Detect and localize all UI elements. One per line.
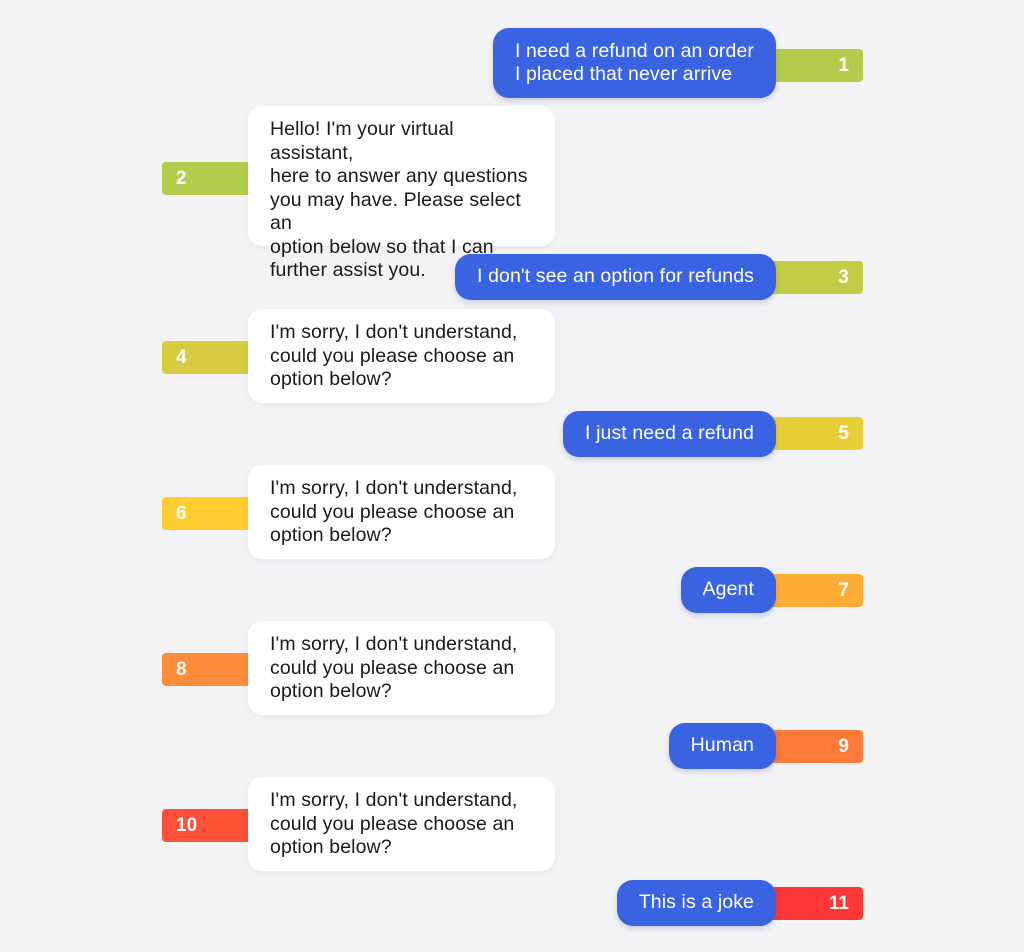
message-text: I just need a refund [585,422,754,445]
message-row: 8 I'm sorry, I don't understand, could y… [0,621,1024,715]
message-row: 4 I'm sorry, I don't understand, could y… [0,309,1024,403]
assistant-message-bubble: Hello! I'm your virtual assistant, here … [248,106,555,281]
message-text: I'm sorry, I don't understand, could you… [270,633,518,702]
user-message-bubble: I don't see an option for refunds [455,254,776,300]
user-message-bubble: Agent [680,567,776,613]
message-row: 1 I need a refund on an order I placed t… [0,28,1024,98]
chat-transcript: 1 I need a refund on an order I placed t… [0,0,1024,952]
message-text: This is a joke [638,891,754,914]
message-row: 5 I just need a refund [0,411,1024,457]
message-row: 11 This is a joke [0,880,1024,926]
step-number-tab: 4 [162,341,262,374]
message-row: 9 Human [0,723,1024,769]
step-number-tab: 10 [162,809,262,842]
assistant-message-bubble: I'm sorry, I don't understand, could you… [248,309,555,403]
assistant-message-bubble: I'm sorry, I don't understand, could you… [248,465,555,559]
step-number-tab: 6 [162,497,262,530]
user-message-bubble: Human [668,723,776,769]
step-number-tab: 2 [162,162,262,195]
step-number-tab: 8 [162,653,262,686]
message-row: 3 I don't see an option for refunds [0,254,1024,300]
message-row: 6 I'm sorry, I don't understand, could y… [0,465,1024,559]
message-text: I need a refund on an order I placed tha… [514,39,754,86]
assistant-message-bubble: I'm sorry, I don't understand, could you… [248,777,555,871]
message-text: Human [690,734,754,757]
assistant-message-bubble: I'm sorry, I don't understand, could you… [248,621,555,715]
message-row: 2 Hello! I'm your virtual assistant, her… [0,106,1024,281]
message-text: Agent [702,578,754,601]
message-row: 10 I'm sorry, I don't understand, could … [0,777,1024,871]
user-message-bubble: I just need a refund [563,411,776,457]
message-text: I'm sorry, I don't understand, could you… [270,321,518,390]
message-text: I'm sorry, I don't understand, could you… [270,477,518,546]
user-message-bubble: I need a refund on an order I placed tha… [492,28,776,98]
message-text: I'm sorry, I don't understand, could you… [270,789,518,858]
message-row: 7 Agent [0,567,1024,613]
message-text: I don't see an option for refunds [477,265,754,288]
user-message-bubble: This is a joke [616,880,776,926]
